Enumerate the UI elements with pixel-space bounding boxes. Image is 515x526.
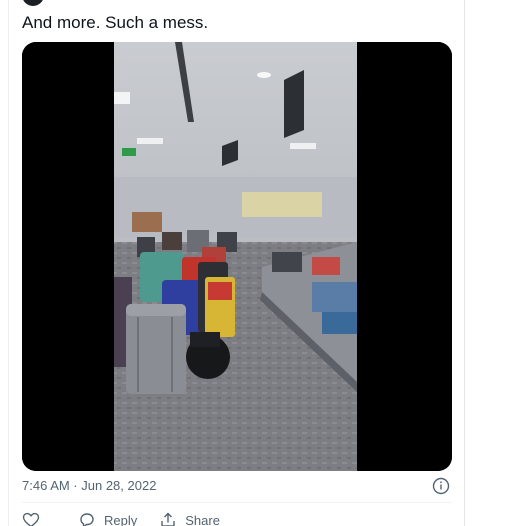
right-border xyxy=(464,0,465,526)
action-divider xyxy=(22,502,452,503)
reply-button[interactable]: Reply xyxy=(78,511,137,526)
left-border xyxy=(8,0,9,526)
share-label: Share xyxy=(185,512,220,526)
tweet-text: And more. Such a mess. xyxy=(22,13,209,32)
tweet-timestamp[interactable]: 7:46 AM · Jun 28, 2022 xyxy=(22,478,156,494)
reply-icon xyxy=(80,513,94,526)
tweet-embed: And more. Such a mess. 7:46 AM · Jun 28,… xyxy=(0,0,515,526)
share-icon xyxy=(161,512,175,526)
video-scene xyxy=(114,42,357,471)
video-frame[interactable] xyxy=(22,42,452,471)
heart-icon xyxy=(22,512,40,526)
like-button[interactable] xyxy=(22,511,48,526)
reply-label: Reply xyxy=(104,512,138,526)
tweet-video[interactable] xyxy=(22,42,452,471)
info-icon[interactable] xyxy=(432,477,450,495)
tweet-actions: Reply Share xyxy=(22,510,242,526)
share-button[interactable]: Share xyxy=(159,511,220,526)
avatar[interactable] xyxy=(22,0,44,6)
